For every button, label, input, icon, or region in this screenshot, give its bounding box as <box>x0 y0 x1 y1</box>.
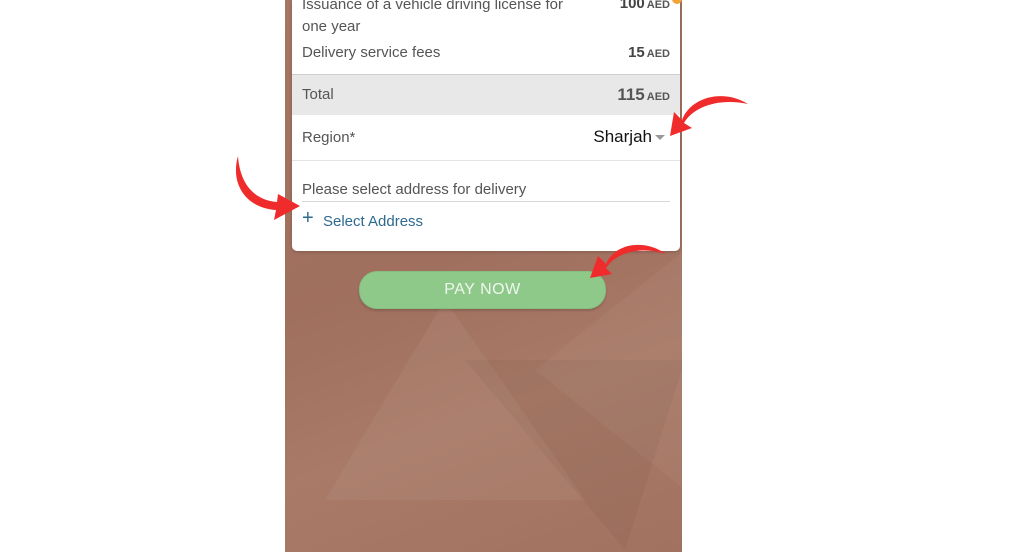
payment-summary-card: Issuance of a vehicle driving license fo… <box>292 0 682 251</box>
select-address-link[interactable]: Select Address <box>323 213 423 230</box>
total-label: Total <box>302 86 334 103</box>
total-row: Total 115 AED <box>292 74 680 115</box>
license-fee-label: Issuance of a vehicle driving license fo… <box>302 0 563 35</box>
delivery-fee-value: 15 <box>628 44 645 61</box>
delivery-fee-label: Delivery service fees <box>302 44 441 61</box>
total-value: 115 <box>617 85 645 104</box>
region-label-text: Region <box>302 129 350 146</box>
red-arrow-icon <box>590 244 666 278</box>
address-prompt: Please select address for delivery <box>302 181 527 198</box>
license-fee-amount: 100 AED <box>620 0 670 12</box>
region-label: Region* <box>302 129 355 146</box>
address-underline <box>302 201 670 202</box>
red-arrow-icon <box>235 156 300 220</box>
orange-corner-accent <box>672 0 682 4</box>
background-facet <box>325 300 585 500</box>
delivery-fee-currency: AED <box>646 48 670 60</box>
pay-now-button[interactable]: PAY NOW <box>359 271 606 309</box>
license-fee-currency: AED <box>646 0 670 11</box>
delivery-fee-amount: 15 AED <box>628 44 670 61</box>
divider <box>292 160 680 161</box>
required-mark: * <box>349 129 356 146</box>
red-arrow-icon <box>670 96 748 136</box>
region-dropdown[interactable]: Sharjah <box>593 127 652 147</box>
license-fee-value: 100 <box>619 0 645 12</box>
background-facet <box>465 360 682 550</box>
